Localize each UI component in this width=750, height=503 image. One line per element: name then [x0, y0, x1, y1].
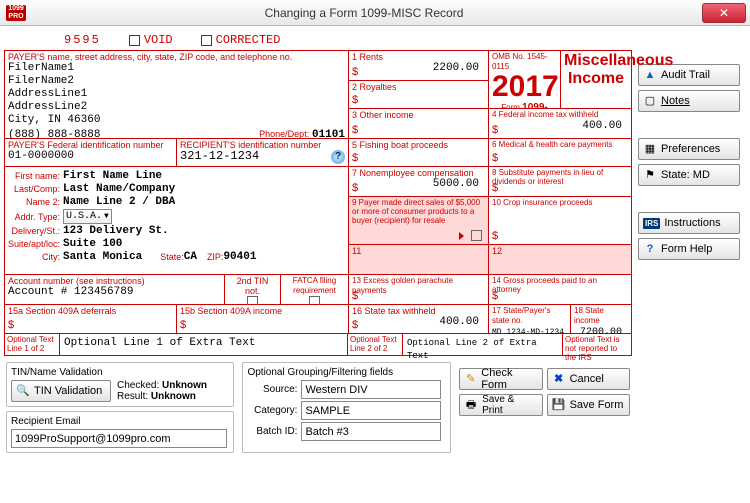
form-grid: PAYER'S name, street address, city, stat… — [4, 50, 632, 334]
notes-button[interactable]: ▢Notes — [638, 90, 740, 112]
preferences-button[interactable]: ▦Preferences — [638, 138, 740, 160]
box-4[interactable]: 400.00 — [492, 120, 628, 133]
disk-icon: 💾 — [552, 398, 566, 412]
suite[interactable]: Suite 100 — [63, 238, 122, 250]
payer-fin[interactable]: 01-0000000 — [8, 150, 173, 163]
form-year: 2017 — [492, 72, 557, 102]
source-input[interactable] — [301, 380, 441, 399]
payer-addr2: AddressLine2 — [8, 101, 345, 114]
zip[interactable]: 90401 — [223, 251, 256, 263]
city[interactable]: Santa Monica — [63, 251, 142, 263]
form-help-button[interactable]: ?Form Help — [638, 238, 740, 260]
question-icon: ? — [643, 242, 657, 256]
box-16[interactable]: 400.00 — [352, 316, 485, 329]
flag-icon: ⚑ — [643, 168, 657, 182]
top-row: 9595 VOID CORRECTED — [4, 30, 632, 50]
void-checkbox[interactable]: VOID — [129, 33, 173, 47]
corrected-checkbox[interactable]: CORRECTED — [201, 33, 281, 47]
save-print-button[interactable]: 🖶Save & Print — [459, 394, 542, 416]
first-name[interactable]: First Name Line — [63, 170, 162, 182]
irs-icon: IRS — [643, 218, 660, 229]
name-2[interactable]: Name Line 2 / DBA — [63, 196, 175, 208]
box-1[interactable]: 2200.00 — [352, 62, 485, 75]
check-form-button[interactable]: ✎Check Form — [459, 368, 542, 390]
addr-type-select[interactable]: U.S.A.▼ — [63, 209, 112, 224]
x-icon: ✖ — [552, 372, 566, 386]
delivery-st[interactable]: 123 Delivery St. — [63, 225, 169, 237]
box-17[interactable]: MD 1234-MD-1234 — [492, 326, 567, 339]
payer-citystate: City, IN 46360 — [8, 114, 345, 127]
payer-name1: FilerName1 — [8, 62, 345, 75]
grp-panel-title: Optional Grouping/Filtering fields — [247, 367, 446, 378]
payer-header: PAYER'S name, street address, city, stat… — [8, 52, 345, 62]
cancel-button[interactable]: ✖Cancel — [547, 368, 630, 390]
payer-name2: FilerName2 — [8, 75, 345, 88]
box-7[interactable]: 5000.00 — [352, 178, 485, 191]
pencil-icon: ✎ — [464, 372, 477, 386]
box-18[interactable]: 7200.00 — [574, 326, 628, 339]
rcpt-id[interactable]: 321-12-1234 — [180, 150, 345, 163]
payer-fin-lbl: PAYER'S Federal identification number — [8, 140, 173, 150]
optional-line-2[interactable]: Optional Line 2 of Extra Text — [407, 338, 537, 361]
state-button[interactable]: ⚑State: MD — [638, 164, 740, 186]
window-title: Changing a Form 1099-MISC Record — [26, 6, 702, 20]
close-button[interactable]: ✕ — [702, 3, 746, 23]
app-icon: 1099PRO — [6, 5, 26, 21]
account-number[interactable]: Account # 123456789 — [8, 286, 221, 299]
optional-line-1[interactable]: Optional Line 1 of Extra Text — [64, 337, 255, 349]
recipient-email[interactable] — [11, 429, 227, 448]
grid-icon: ▦ — [643, 142, 657, 156]
box-9-checkbox[interactable] — [471, 230, 482, 241]
payer-addr1: AddressLine1 — [8, 88, 345, 101]
tin-validation-button[interactable]: 🔍TIN Validation — [11, 380, 111, 402]
printer-icon: 🖶 — [464, 398, 478, 412]
last-name[interactable]: Last Name/Company — [63, 183, 175, 195]
arrow-icon — [459, 232, 464, 240]
instructions-button[interactable]: IRSInstructions — [638, 212, 740, 234]
tin-result: Unknown — [151, 391, 196, 402]
note-icon: ▢ — [643, 94, 657, 108]
help-icon[interactable]: ? — [331, 150, 345, 164]
search-icon: 🔍 — [16, 384, 30, 398]
email-panel-title: Recipient Email — [11, 416, 229, 427]
tin-checked: Unknown — [162, 380, 207, 391]
triangle-icon: ▲ — [643, 68, 657, 82]
tin-panel-title: TIN/Name Validation — [11, 367, 229, 378]
state[interactable]: CA — [184, 251, 197, 263]
save-form-button[interactable]: 💾Save Form — [547, 394, 630, 416]
batch-input[interactable] — [301, 422, 441, 441]
form-code: 9595 — [64, 33, 101, 47]
titlebar: 1099PRO Changing a Form 1099-MISC Record… — [0, 0, 750, 26]
category-input[interactable] — [301, 401, 441, 420]
